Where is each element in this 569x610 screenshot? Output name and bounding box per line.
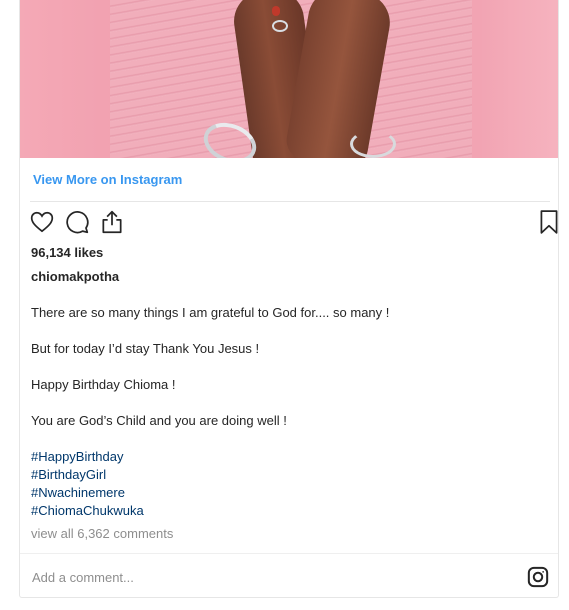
hashtag-link[interactable]: #ChiomaChukwuka [31, 503, 144, 518]
photo-ring [272, 20, 288, 32]
comment-bar [20, 553, 558, 597]
post-photo[interactable] [20, 0, 558, 158]
caption-line: But for today I’d stay Thank You Jesus ! [31, 341, 260, 356]
heart-icon[interactable] [29, 209, 57, 237]
post-username[interactable]: chiomakpotha [31, 269, 119, 284]
view-more-on-instagram-link[interactable]: View More on Instagram [33, 172, 182, 187]
like-count[interactable]: 96,134 likes [31, 245, 103, 260]
caption-line: There are so many things I am grateful t… [31, 305, 390, 320]
photo-nail [272, 6, 280, 16]
section-divider [30, 201, 550, 202]
instagram-embed-card: View More on Instagram 96,134 likes chio… [19, 0, 559, 598]
hashtag-list: #HappyBirthday #BirthdayGirl #Nwachineme… [31, 448, 541, 520]
post-caption: There are so many things I am grateful t… [31, 304, 541, 520]
caption-line: Happy Birthday Chioma ! [31, 377, 176, 392]
comment-icon[interactable] [64, 209, 92, 237]
bookmark-icon[interactable] [536, 209, 558, 237]
hashtag-link[interactable]: #HappyBirthday [31, 449, 124, 464]
share-icon[interactable] [99, 209, 127, 237]
hashtag-link[interactable]: #BirthdayGirl [31, 467, 106, 482]
instagram-icon[interactable] [527, 566, 549, 588]
add-comment-input[interactable] [30, 565, 514, 589]
caption-line: You are God’s Child and you are doing we… [31, 413, 287, 428]
photo-bangle [350, 130, 396, 158]
hashtag-link[interactable]: #Nwachinemere [31, 485, 125, 500]
view-all-comments-link[interactable]: view all 6,362 comments [31, 526, 173, 541]
